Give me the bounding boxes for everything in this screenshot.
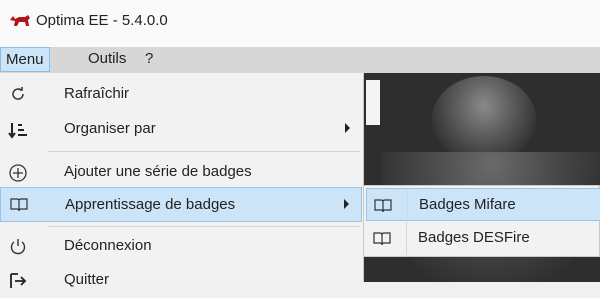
book-icon [9,196,29,216]
menu-item-add-badges[interactable]: Ajouter une série de badges [0,155,362,190]
menu-separator [48,151,360,152]
menu-item-label: Ajouter une série de badges [64,163,252,180]
side-panel-edge [366,80,380,125]
menu-item-label: Déconnexion [64,237,152,254]
menu-item-logout[interactable]: Déconnexion [0,229,362,264]
submenu-item-mifare[interactable]: Badges Mifare [366,188,600,222]
window-title: Optima EE - 5.4.0.0 [36,12,168,29]
book-icon [373,197,393,215]
menu-item-quit[interactable]: Quitter [0,263,362,298]
menu-help[interactable]: ? [139,47,159,71]
menu-outils[interactable]: Outils [82,47,132,71]
avatar-head [432,76,536,162]
add-circle-icon [8,163,28,183]
menu-menu[interactable]: Menu [0,47,50,72]
book-icon [372,230,392,248]
submenu-item-label: Badges DESFire [418,229,530,246]
refresh-icon [8,85,28,105]
chevron-right-icon [344,199,349,209]
bull-logo-icon [10,15,30,26]
menu-item-label: Rafraîchir [64,85,130,102]
power-icon [8,237,28,257]
submenu-divider [407,189,408,222]
dropdown-menu: Rafraîchir Organiser par Ajouter une sér… [0,73,364,288]
menu-item-label: Quitter [64,271,110,288]
menu-item-label: Organiser par [64,120,156,137]
submenu-item-desfire[interactable]: Badges DESFire [366,222,600,255]
menu-item-label: Apprentissage de badges [65,196,236,213]
sort-icon [8,120,28,140]
menu-bar: Menu Outils ? [0,47,600,73]
menu-item-refresh[interactable]: Rafraîchir [0,77,362,112]
menu-item-badge-learning[interactable]: Apprentissage de badges [0,187,362,222]
exit-icon [8,271,28,291]
menu-item-sort[interactable]: Organiser par [0,112,362,147]
submenu-divider [406,222,407,255]
title-bar: Optima EE - 5.4.0.0 [0,0,600,47]
badge-learning-submenu: Badges Mifare Badges DESFire [363,185,600,257]
chevron-right-icon [345,123,350,133]
submenu-item-label: Badges Mifare [419,196,516,213]
menu-separator [48,226,360,227]
